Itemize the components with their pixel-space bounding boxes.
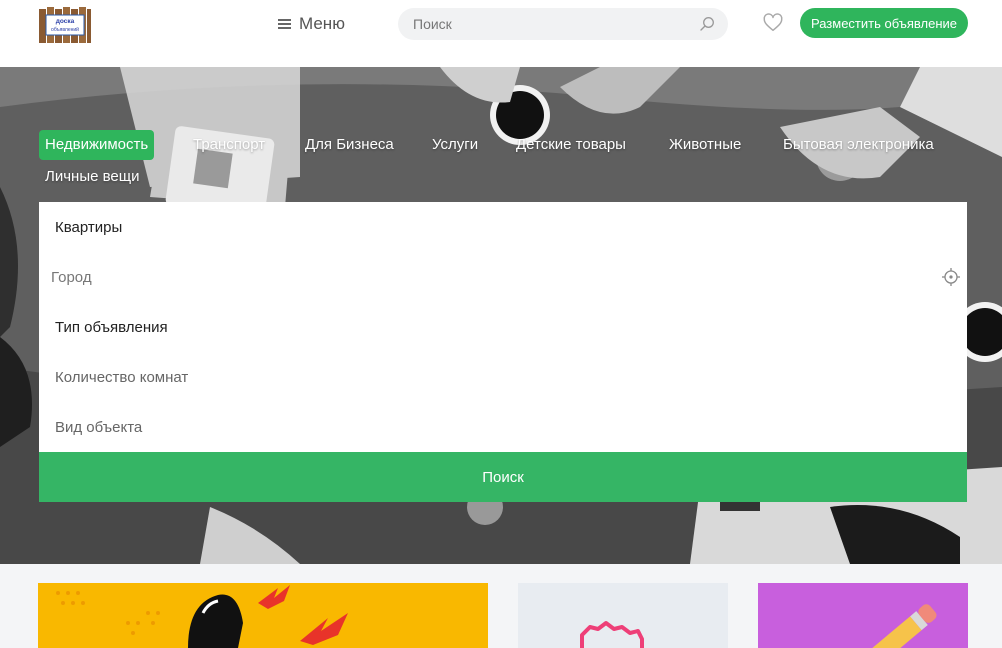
category-tab-kids[interactable]: Детские товары <box>510 130 632 160</box>
subcategory-select[interactable]: Квартиры <box>39 202 967 252</box>
object-type-value: Вид объекта <box>55 418 143 436</box>
search-input[interactable] <box>413 8 693 40</box>
rooms-value: Количество комнат <box>55 368 189 386</box>
promo-card-3[interactable] <box>758 583 968 648</box>
hero-section: Недвижимость Транспорт Для Бизнеса Услуг… <box>0 67 1002 564</box>
search-submit-button[interactable]: Поиск <box>39 452 967 502</box>
subcategory-value: Квартиры <box>55 218 123 236</box>
heart-icon[interactable] <box>762 12 784 34</box>
city-field <box>39 252 967 302</box>
post-ad-button[interactable]: Разместить объявление <box>800 8 968 38</box>
promo-card-1[interactable] <box>38 583 488 648</box>
category-tab-electronics[interactable]: Бытовая электроника <box>777 130 940 160</box>
hamburger-icon <box>278 19 291 29</box>
category-tab-personal[interactable]: Личные вещи <box>39 162 145 192</box>
badge-illustration <box>580 621 644 648</box>
search-icon[interactable] <box>699 16 715 32</box>
megaphone-illustration <box>56 585 348 648</box>
category-tab-real-estate[interactable]: Недвижимость <box>39 130 155 160</box>
category-tab-services[interactable]: Услуги <box>426 130 484 160</box>
category-tab-transport[interactable]: Транспорт <box>187 130 271 160</box>
crosshair-icon[interactable] <box>942 268 960 286</box>
site-header: доска объявлений Меню Разместить объявле… <box>0 0 1002 67</box>
logo-text-2: объявлений <box>51 26 79 33</box>
search-bar <box>398 8 728 40</box>
rooms-select[interactable]: Количество комнат <box>39 352 967 402</box>
menu-label: Меню <box>299 14 345 33</box>
listing-type-value: Тип объявления <box>55 318 168 336</box>
pencil-illustration <box>864 604 937 648</box>
category-tab-business[interactable]: Для Бизнеса <box>299 130 400 160</box>
city-input[interactable] <box>51 252 911 302</box>
logo-text-1: доска <box>56 18 75 25</box>
object-type-select[interactable]: Вид объекта <box>39 402 967 452</box>
logo[interactable]: доска объявлений <box>38 6 92 44</box>
promo-card-2[interactable] <box>518 583 728 648</box>
listing-type-select[interactable]: Тип объявления <box>39 302 967 352</box>
category-tab-animals[interactable]: Животные <box>663 130 747 160</box>
menu-button[interactable]: Меню <box>278 12 345 36</box>
